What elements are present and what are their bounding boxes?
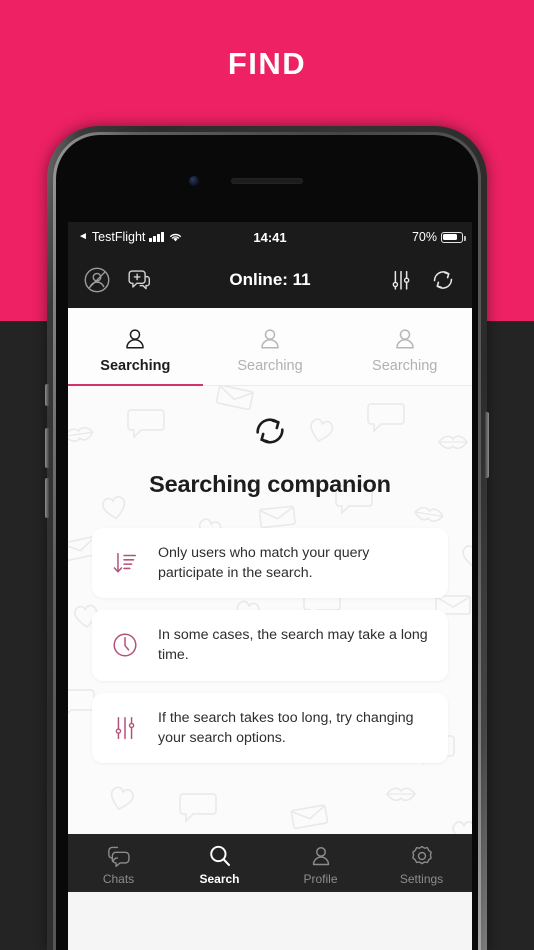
search-content-area: Searching companion Only users who match…: [68, 386, 472, 892]
clock-icon: [108, 628, 142, 662]
front-camera: [189, 176, 199, 186]
info-card-search-time: In some cases, the search may take a lon…: [92, 610, 448, 681]
filter-sliders-icon[interactable]: [386, 265, 416, 295]
person-icon: [261, 329, 279, 349]
mute-switch[interactable]: [45, 384, 49, 406]
earpiece-speaker: [231, 178, 303, 184]
power-button[interactable]: [485, 412, 489, 478]
tab-searching-1[interactable]: Searching: [68, 308, 203, 386]
nav-label: Search: [199, 872, 240, 886]
person-icon: [395, 329, 414, 349]
app-header-right-actions: [386, 265, 458, 295]
nav-item-settings[interactable]: Settings: [371, 834, 472, 892]
person-icon: [126, 329, 145, 349]
info-card-text: Only users who match your query particip…: [158, 545, 370, 582]
info-card-text: In some cases, the search may take a lon…: [158, 627, 428, 664]
battery-icon: [441, 231, 466, 243]
nav-label: Settings: [399, 872, 444, 886]
search-tabs: Searching Searching Searching: [68, 308, 472, 386]
phone-screen: ◄ TestFlight 14:41 70% Online: 11 Search…: [68, 222, 472, 950]
info-card-text: If the search takes too long, try changi…: [158, 709, 414, 746]
hero-title: Searching companion: [149, 471, 391, 497]
chats-icon: [107, 846, 130, 868]
info-card-match-query: Only users who match your query particip…: [92, 528, 448, 599]
nav-label: Chats: [102, 872, 135, 886]
hero-section: Searching companion: [68, 386, 472, 498]
tab-label: Searching: [100, 358, 171, 374]
phone-mockup: ◄ TestFlight 14:41 70% Online: 11 Search…: [45, 126, 489, 950]
volume-down-button[interactable]: [45, 478, 49, 518]
bottom-navigation: Chats Search Profile Settings: [68, 834, 472, 892]
app-header-left-actions: [82, 265, 154, 295]
tab-label: Searching: [237, 358, 303, 374]
tab-searching-2[interactable]: Searching: [203, 308, 338, 385]
info-cards-list: Only users who match your query particip…: [68, 528, 472, 763]
tab-searching-3[interactable]: Searching: [337, 308, 472, 385]
sort-descending-icon: [108, 546, 142, 580]
nav-label: Profile: [303, 872, 338, 886]
info-card-change-options: If the search takes too long, try changi…: [92, 692, 448, 763]
sliders-icon: [108, 711, 142, 745]
profile-icon: [312, 846, 329, 866]
status-bar-right: 70%: [411, 230, 466, 244]
blocked-users-icon[interactable]: [82, 265, 112, 295]
settings-gear-icon: [411, 845, 432, 865]
new-chat-icon[interactable]: [124, 265, 154, 295]
refresh-icon[interactable]: [428, 265, 458, 295]
search-icon: [209, 845, 230, 866]
refresh-sync-icon: [249, 410, 291, 457]
app-header: Online: 11: [68, 252, 472, 308]
status-bar: ◄ TestFlight 14:41 70%: [68, 222, 472, 252]
tab-label: Searching: [372, 358, 438, 374]
nav-item-search[interactable]: Search: [169, 834, 270, 892]
battery-percent-label: 70%: [411, 230, 437, 244]
promo-title: FIND: [227, 46, 307, 81]
nav-item-chats[interactable]: Chats: [68, 834, 169, 892]
nav-item-profile[interactable]: Profile: [270, 834, 371, 892]
volume-up-button[interactable]: [45, 428, 49, 468]
